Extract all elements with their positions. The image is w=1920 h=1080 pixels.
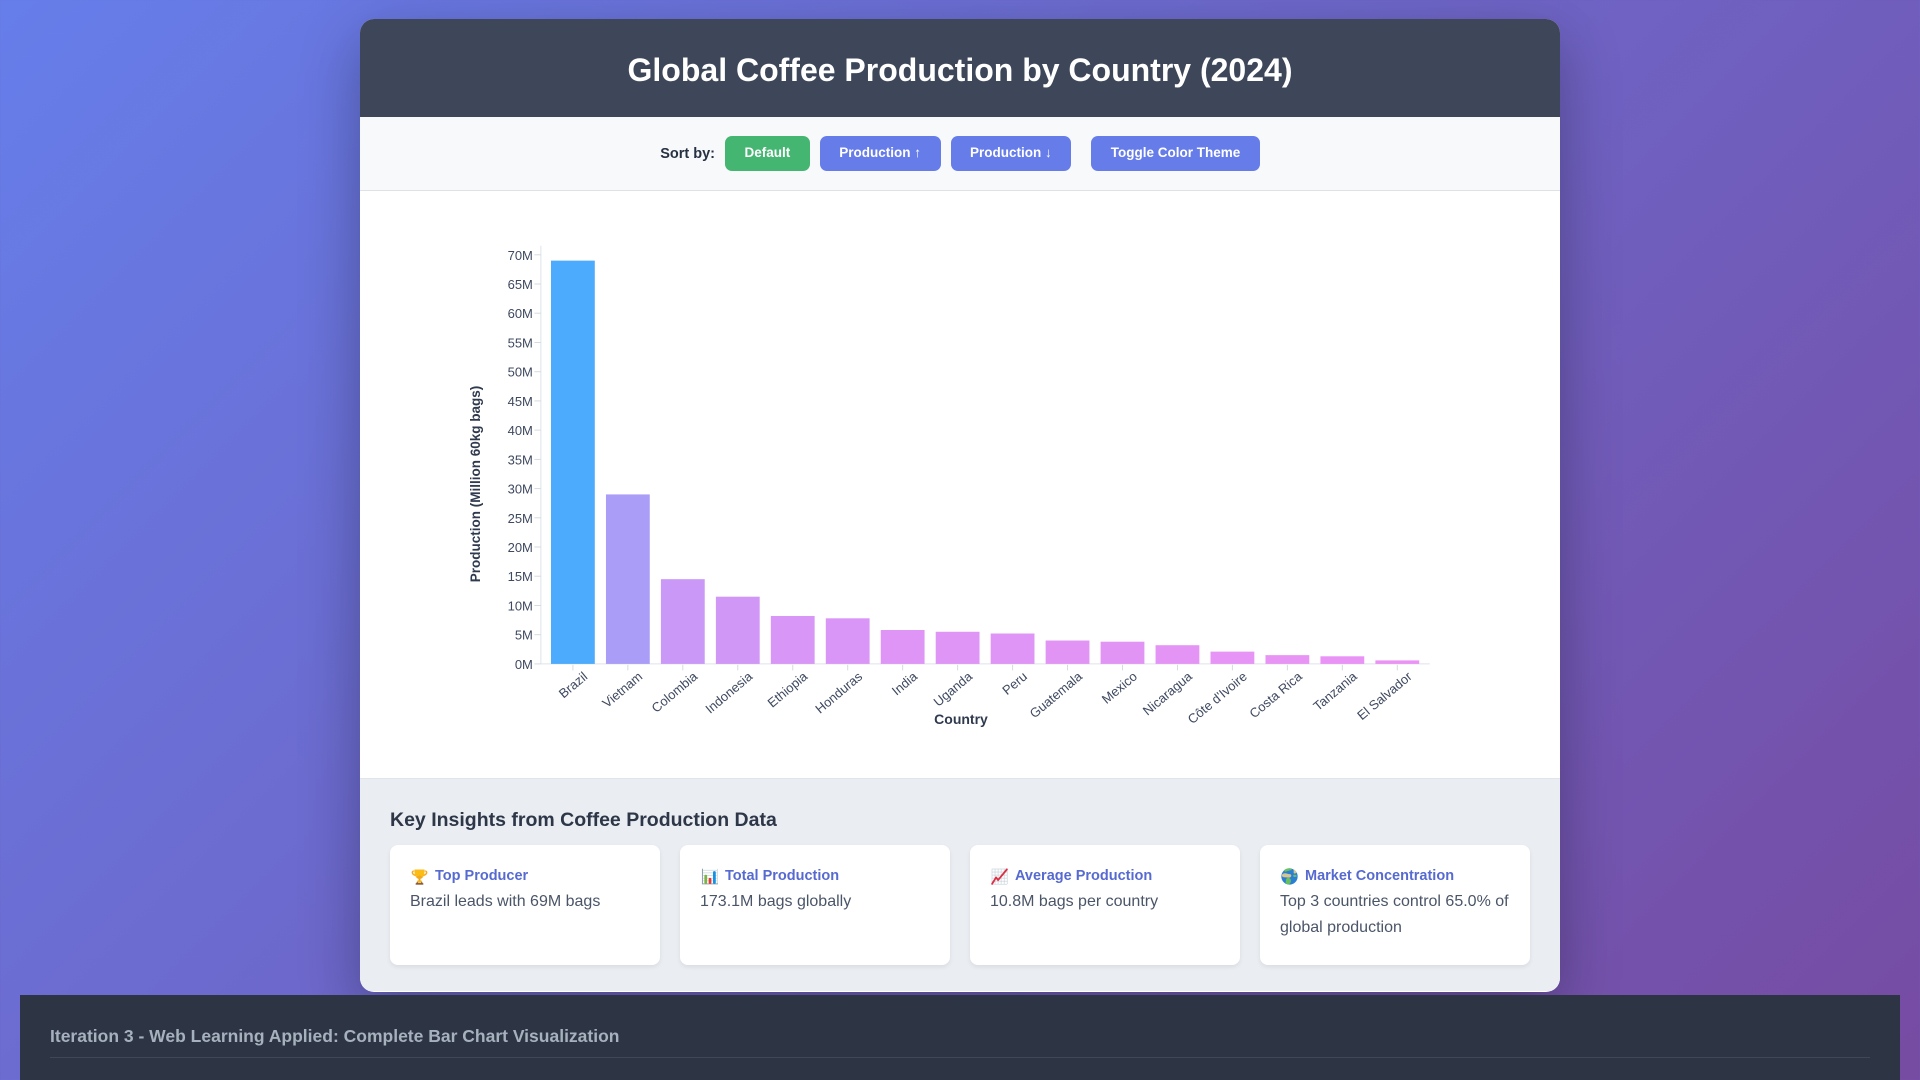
svg-text:Guatemala: Guatemala	[1027, 668, 1086, 721]
svg-text:30M: 30M	[508, 482, 533, 497]
svg-text:50M: 50M	[508, 365, 533, 380]
svg-text:20M: 20M	[508, 540, 533, 555]
svg-text:25M: 25M	[508, 511, 533, 526]
svg-text:Costa Rica: Costa Rica	[1246, 668, 1305, 721]
svg-text:15M: 15M	[508, 569, 533, 584]
svg-text:Peru: Peru	[999, 669, 1030, 698]
svg-text:Côte d'Ivoire: Côte d'Ivoire	[1185, 669, 1250, 727]
svg-text:0M: 0M	[515, 657, 533, 672]
svg-text:Colombia: Colombia	[649, 668, 701, 715]
svg-text:40M: 40M	[508, 423, 533, 438]
svg-text:Uganda: Uganda	[931, 668, 976, 709]
svg-text:55M: 55M	[508, 336, 533, 351]
svg-text:El Salvador: El Salvador	[1354, 668, 1415, 723]
svg-text:45M: 45M	[508, 394, 533, 409]
svg-text:Country: Country	[934, 711, 988, 727]
svg-text:Ethiopia: Ethiopia	[765, 668, 811, 710]
svg-text:10M: 10M	[508, 599, 533, 614]
svg-text:Nicaragua: Nicaragua	[1140, 668, 1196, 718]
svg-text:Tanzania: Tanzania	[1310, 668, 1360, 713]
svg-text:Vietnam: Vietnam	[599, 669, 645, 711]
svg-text:5M: 5M	[515, 628, 533, 643]
svg-text:65M: 65M	[508, 277, 533, 292]
svg-text:70M: 70M	[508, 248, 533, 263]
svg-text:Honduras: Honduras	[812, 668, 865, 716]
svg-text:60M: 60M	[508, 306, 533, 321]
svg-text:Indonesia: Indonesia	[702, 668, 755, 716]
svg-text:India: India	[889, 668, 921, 698]
svg-text:35M: 35M	[508, 452, 533, 467]
svg-text:Production (Million 60kg bags): Production (Million 60kg bags)	[468, 386, 483, 583]
svg-text:Brazil: Brazil	[556, 669, 591, 701]
svg-text:Mexico: Mexico	[1099, 669, 1140, 707]
